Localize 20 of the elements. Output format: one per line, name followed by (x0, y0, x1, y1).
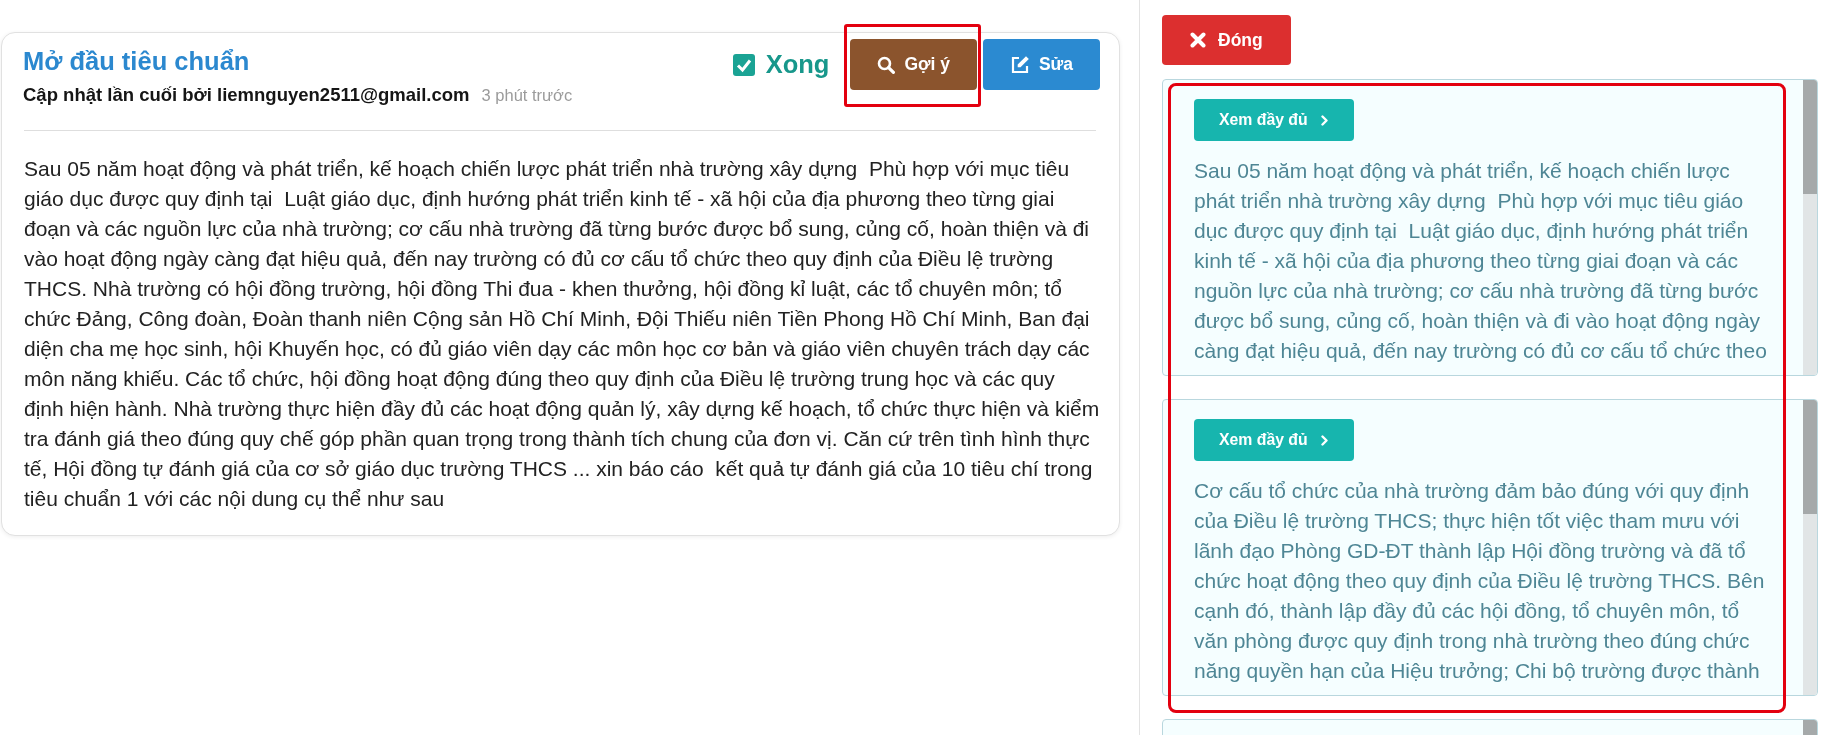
last-updated-by-text: Cập nhật lần cuối bởi liemnguyen2511@gmail.com (23, 84, 470, 106)
hint-button[interactable]: Gợi ý (850, 39, 977, 90)
chevron-right-icon (1320, 434, 1328, 446)
edit-icon (1009, 54, 1030, 75)
view-full-button[interactable]: Xem đầy đủ (1194, 99, 1354, 141)
edit-button[interactable]: Sửa (982, 39, 1100, 90)
section-title: Mở đầu tiêu chuẩn (23, 46, 251, 76)
suggestion-text: Cơ cấu tổ chức của nhà trường đảm bảo đúng với quy định của Điều lệ trường THCS; thực hiện tốt việc tham mưu với lãnh đạo Phòng GD-ĐT thành lập Hội đồng trường và đã tổ chức hoạt động theo quy định của Điều lệ trường THCS. Bên cạnh đó, thành lập đầy đủ các hội đồng, tổ chuyên môn, tổ văn phòng được quy định trong nhà trường theo đúng chức năng quyền hạn của Hiệu trưởng; Chi bộ trường được thành (1194, 478, 1766, 684)
timestamp: 3 phút trước (481, 85, 573, 106)
done-checkbox[interactable] (732, 53, 755, 76)
search-icon (877, 55, 896, 74)
suggestion-text: Sau 05 năm hoạt động và phát triển, kế hoạch chiến lược phát triển nhà trường xây dựng Phù hợp với mục tiêu giáo dục được quy định tại Luật giáo dục, định hướng phát triển kinh tế - xã hội của địa phương theo từng giai đoạn và các nguồn lực của nhà trường; cơ cấu nhà trường đã từng bước được bổ sung, củng cố, hoàn thiện và đi vào hoạt động ngày càng đạt hiệu quả, đến nay trường có đủ cơ cấu tổ chức theo (1194, 158, 1768, 364)
done-label: Xong (765, 50, 830, 79)
close-icon (1190, 32, 1206, 48)
close-button[interactable]: Đóng (1162, 15, 1291, 65)
chevron-right-icon (1320, 114, 1328, 126)
scrollbar[interactable] (1803, 400, 1817, 695)
scrollbar[interactable] (1803, 80, 1817, 375)
body-text: Sau 05 năm hoạt động và phát triển, kế hoạch chiến lược phát triển nhà trường xây dựng Phù hợp với mục tiêu giáo dục được quy định tại Luật giáo dục, định hướng phát triển kinh tế - xã hội của địa phương theo từng giai đoạn và các nguồn lực của nhà trường; cơ cấu nhà trường đã từng bước được bổ sung, củng cố, hoàn thiện và đi vào hoạt động ngày càng đạt hiệu quả, đến nay trường có đủ cơ cấu tổ chức theo quy định của Điều lệ trường THCS. Nhà trường có hội đồng trường, hội đồng Thi đua - khen thưởng, hội đồng kỉ luật, các tổ chuyên môn; tổ chức Đảng, Công đoàn, Đoàn thanh niên Cộng sản Hồ Chí Minh, Đội Thiếu niên Tiền Phong Hồ Chí Minh, Ban đại diện cha mẹ học sinh, hội Khuyến học, có đủ giáo viên dạy các môn học cơ bản và giáo viên chuyên trách dạy các môn năng khiếu. Các tổ chức, hội đồng hoạt động đúng theo quy định của Điều lệ trường trung học và các quy định hiện hành. Nhà trường thực hiện đầy đủ các hoạt động quản lý, xây dựng kế hoạch, tổ chức thực hiện và kiểm tra đánh giá theo đúng quy chế góp phần quan trọng trong thành tích chung của đơn vị. Căn cứ trên tình hình thực tế, Hội đồng tự đánh giá của cơ sở giáo dục trường THCS ... xin báo cáo kết quả tự đánh giá của 10 tiêu chí trong tiêu chuẩn 1 với các nội dung cụ thể như sau (24, 156, 1100, 512)
view-full-button[interactable]: Xem đầy đủ (1194, 419, 1354, 461)
